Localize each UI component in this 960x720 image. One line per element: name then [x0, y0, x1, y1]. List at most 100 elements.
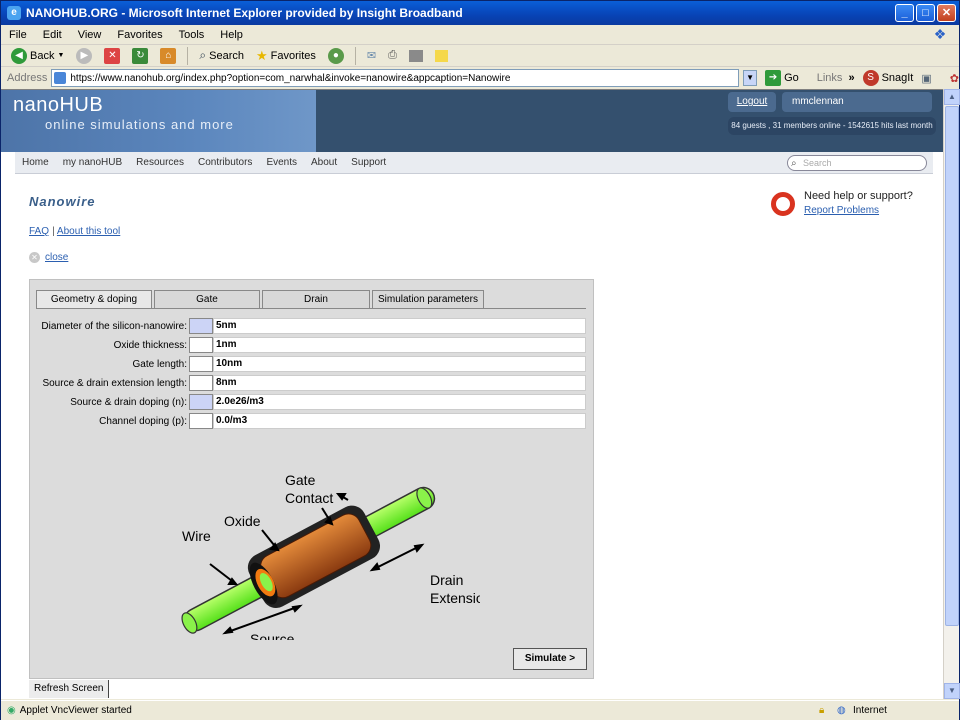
field-row: Source & drain doping (n): 2.0e26/m3	[34, 394, 586, 410]
extension-length-input[interactable]: 8nm	[213, 375, 586, 391]
site-header: nanoHUB online simulations and more Logo…	[1, 90, 943, 152]
about-tool-link[interactable]: About this tool	[57, 226, 120, 237]
menu-edit[interactable]: Edit	[35, 29, 70, 41]
field-row: Diameter of the silicon-nanowire: 5nm	[34, 318, 586, 334]
menu-view[interactable]: View	[70, 29, 110, 41]
nanowire-diagram: Gate Contact Oxide Wire Drain Extension …	[181, 472, 480, 640]
edit-button[interactable]	[405, 46, 427, 66]
vertical-scrollbar[interactable]: ▲ ▼	[943, 89, 960, 699]
home-button[interactable]: ⌂	[156, 46, 180, 66]
menu-help[interactable]: Help	[212, 29, 251, 41]
window-title: NANOHUB.ORG - Microsoft Internet Explore…	[26, 6, 463, 20]
refresh-button[interactable]: ↻	[128, 46, 152, 66]
field-label: Source & drain extension length:	[42, 377, 187, 389]
nav-events[interactable]: Events	[259, 157, 304, 168]
address-input[interactable]: https://www.nanohub.org/index.php?option…	[51, 69, 740, 87]
media-icon: ●	[327, 47, 344, 64]
page-status-icon: ◉	[7, 705, 16, 716]
oxide-thickness-input[interactable]: 1nm	[213, 337, 586, 353]
search-input[interactable]: ⌕ Search	[787, 155, 927, 171]
report-problems-link[interactable]: Report Problems	[804, 205, 879, 216]
field-swatch[interactable]	[189, 394, 213, 410]
nanowire-applet: Geometry & doping Gate Drain Simulation …	[29, 279, 594, 679]
nav-resources[interactable]: Resources	[129, 157, 191, 168]
field-swatch[interactable]	[189, 318, 213, 334]
snagit-button[interactable]: S SnagIt	[859, 68, 918, 88]
nav-about[interactable]: About	[304, 157, 344, 168]
address-bar: Address https://www.nanohub.org/index.ph…	[1, 68, 959, 88]
close-tool[interactable]: ✕ close	[29, 252, 68, 263]
address-url: https://www.nanohub.org/index.php?option…	[70, 72, 511, 84]
addon-icon[interactable]: ✿	[950, 72, 959, 85]
tab-simulation-parameters[interactable]: Simulation parameters	[372, 290, 484, 308]
star-icon: ★	[256, 47, 268, 63]
site-logo[interactable]: nanoHUB online simulations and more	[1, 90, 316, 152]
links-chevron-icon[interactable]: »	[848, 72, 854, 84]
faq-link[interactable]: FAQ	[29, 226, 49, 237]
notes-button[interactable]	[431, 46, 452, 66]
favorites-button[interactable]: ★ Favorites	[252, 46, 320, 66]
scroll-up-icon[interactable]: ▲	[944, 89, 960, 105]
scroll-thumb[interactable]	[945, 106, 959, 626]
scroll-down-icon[interactable]: ▼	[944, 683, 960, 699]
channel-doping-input[interactable]: 0.0/m3	[213, 413, 586, 429]
field-swatch[interactable]	[189, 337, 213, 353]
nav-my-nanohub[interactable]: my nanoHUB	[56, 157, 129, 168]
field-label: Diameter of the silicon-nanowire:	[41, 320, 187, 332]
ie-icon: e	[7, 6, 21, 20]
search-placeholder: Search	[803, 158, 832, 168]
tab-geometry-doping[interactable]: Geometry & doping	[36, 290, 152, 308]
menu-favorites[interactable]: Favorites	[109, 29, 170, 41]
close-link[interactable]: close	[45, 252, 68, 263]
tab-gate[interactable]: Gate	[154, 290, 260, 308]
label-source: Source	[250, 631, 295, 640]
field-label: Oxide thickness:	[113, 339, 187, 351]
logo-tagline: online simulations and more	[45, 117, 234, 132]
search-button[interactable]: ⌕ Search	[195, 46, 248, 66]
field-row: Channel doping (p): 0.0/m3	[34, 413, 586, 429]
field-swatch[interactable]	[189, 375, 213, 391]
diameter-input[interactable]: 5nm	[213, 318, 586, 334]
mail-button[interactable]: ✉	[363, 46, 380, 66]
go-button[interactable]: ➔ Go	[761, 68, 803, 88]
stop-icon: ✕	[104, 47, 121, 64]
gate-length-input[interactable]: 10nm	[213, 356, 586, 372]
tab-drain[interactable]: Drain	[262, 290, 370, 308]
nav-support[interactable]: Support	[344, 157, 393, 168]
label-extension: Extension	[430, 590, 480, 606]
stop-button[interactable]: ✕	[100, 46, 124, 66]
lock-icon: 🔒︎	[819, 705, 825, 716]
snagit-capture-icon[interactable]: ▣	[921, 72, 931, 85]
back-button[interactable]: ◀ Back ▼	[7, 46, 68, 66]
username-badge: mmclennan	[782, 92, 932, 112]
menu-file[interactable]: File	[1, 29, 35, 41]
sticky-note-icon	[434, 49, 448, 62]
field-label: Gate length:	[132, 358, 187, 370]
field-label: Source & drain doping (n):	[70, 396, 187, 408]
address-dropdown-button[interactable]: ▼	[743, 70, 758, 86]
minimize-button[interactable]: _	[895, 4, 914, 22]
nav-home[interactable]: Home	[15, 157, 56, 168]
nav-contributors[interactable]: Contributors	[191, 157, 259, 168]
menu-tools[interactable]: Tools	[171, 29, 213, 41]
back-arrow-icon: ◀	[11, 47, 27, 64]
close-window-button[interactable]: ✕	[937, 4, 956, 22]
print-button[interactable]: ⎙	[384, 46, 401, 66]
forward-arrow-icon: ▶	[76, 47, 93, 64]
label-drain: Drain	[430, 572, 463, 588]
help-title: Need help or support?	[804, 190, 913, 202]
logout-link[interactable]: Logout	[728, 92, 776, 112]
forward-button[interactable]: ▶	[72, 46, 96, 66]
chevron-down-icon: ▼	[57, 52, 65, 59]
maximize-button[interactable]: □	[916, 4, 935, 22]
field-swatch[interactable]	[189, 413, 213, 429]
home-icon: ⌂	[160, 47, 177, 64]
source-drain-doping-input[interactable]: 2.0e26/m3	[213, 394, 586, 410]
label-wire: Wire	[182, 528, 211, 544]
media-button[interactable]: ●	[324, 46, 348, 66]
simulate-button[interactable]: Simulate >	[513, 648, 587, 670]
field-swatch[interactable]	[189, 356, 213, 372]
refresh-screen-button[interactable]: Refresh Screen	[29, 680, 109, 698]
links-label[interactable]: Links	[817, 72, 843, 84]
close-icon: ✕	[29, 252, 40, 263]
